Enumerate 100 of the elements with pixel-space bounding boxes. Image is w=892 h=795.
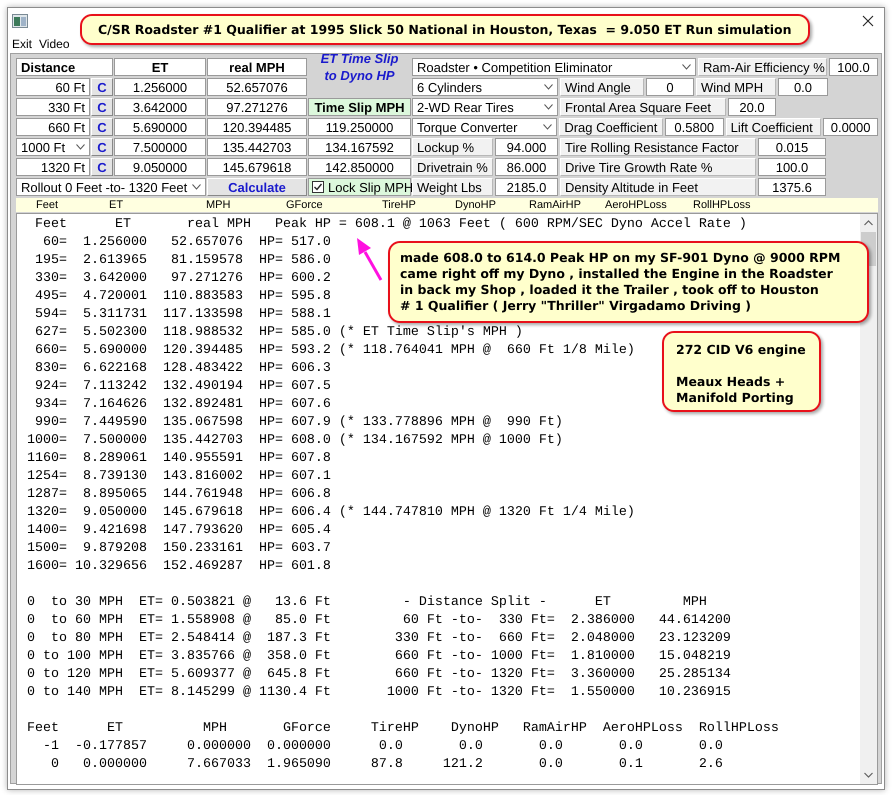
output-line: 990= 7.449590 135.067598 HP= 607.9 (* 133.778896 MPH @ 990 Ft) [34, 414, 563, 432]
output-line: 594= 5.311731 117.133598 HP= 588.1 [34, 306, 331, 324]
output-line: 1500= 9.879208 150.233161 HP= 603.7 [27, 540, 331, 558]
input-field[interactable]: 1.256000 [114, 78, 206, 96]
column-header: AeroHPLoss [605, 199, 668, 211]
field-label: Drivetrain % [412, 158, 493, 176]
input-field[interactable]: 94.000 [495, 138, 558, 156]
distance-label: 660 Ft [16, 118, 90, 136]
menu-item[interactable]: Video [35, 36, 72, 50]
rollout-dropdown[interactable]: Rollout 0 Feet -to- 1320 Feet [16, 178, 206, 196]
app-icon [12, 14, 28, 28]
input-field[interactable]: 52.657076 [207, 78, 307, 96]
close-icon[interactable] [862, 15, 874, 27]
column-header: TireHP [382, 199, 417, 211]
output-line: 0 to 60 MPH ET= 1.558908 @ 85.0 Ft 60 Ft -to- 330 Ft= 2.386000 44.614200 [27, 612, 731, 630]
input-field[interactable]: 86.000 [495, 158, 558, 176]
dropdown[interactable]: Torque Converter [412, 118, 558, 136]
input-field[interactable]: 0 [646, 78, 694, 96]
input-field[interactable]: 145.679618 [207, 158, 307, 176]
caret-icon [544, 104, 553, 110]
output-line: 60= 1.256000 52.657076 HP= 517.0 [42, 234, 331, 252]
output-line: 1287= 8.895065 144.761948 HP= 606.8 [27, 486, 331, 504]
input-field[interactable]: 134.167592 [308, 138, 411, 156]
output-line: 0 to 140 MPH ET= 8.145299 @ 1130.4 Ft 1000 Ft -to- 1320 Ft= 1.550000 10.236915 [27, 684, 731, 702]
input-field[interactable]: 9.050000 [114, 158, 206, 176]
field-label: Wind MPH [696, 78, 776, 96]
output-line: 0 0.000000 7.667033 1.965090 87.8 121.2 0.0 0.1 2.6 [50, 756, 723, 774]
input-field[interactable]: 142.850000 [308, 158, 411, 176]
column-header: ET [114, 58, 206, 76]
field-label: Lockup % [412, 138, 493, 156]
input-field[interactable]: 120.394485 [207, 118, 307, 136]
field-label: Drive Tire Growth Rate % [560, 158, 756, 176]
dropdown[interactable]: 6 Cylinders [412, 78, 558, 96]
input-field[interactable]: 1375.6 [758, 178, 826, 196]
output-line: 627= 5.502300 118.988532 HP= 585.0 (* ET Time Slip's MPH ) [34, 324, 523, 342]
field-label: Drag Coefficient [559, 118, 663, 136]
output-line: 1400= 9.421698 147.793620 HP= 605.4 [27, 522, 331, 540]
column-header: RamAirHP [529, 199, 582, 211]
input-field[interactable]: 100.0 [829, 58, 878, 76]
caret-icon [192, 184, 201, 190]
output-line: 1320= 9.050000 145.679618 HP= 606.4 (* 144.747810 MPH @ 1320 Ft 1/4 Mile) [27, 504, 635, 522]
input-field[interactable]: 5.690000 [114, 118, 206, 136]
c-button[interactable]: C [91, 158, 113, 176]
caret-icon [682, 64, 691, 70]
menu-item[interactable]: Exit [8, 36, 36, 50]
output-line: 934= 7.164626 132.892481 HP= 607.6 [34, 396, 331, 414]
field-label: Lift Coefficient [726, 118, 822, 136]
distance-label: 330 Ft [16, 98, 90, 116]
output-line: Feet ET MPH GForce TireHP DynoHP RamAirHP AeroHPLoss RollHPLoss [27, 720, 779, 738]
output-line: -1 -0.177857 0.000000 0.000000 0.0 0.0 0.0 0.0 0.0 [42, 738, 723, 756]
scrollbar[interactable] [860, 214, 877, 784]
input-field[interactable]: 7.500000 [114, 138, 206, 156]
output-line: 495= 4.720001 110.883583 HP= 595.8 [34, 288, 331, 306]
output-line: 1254= 8.739130 143.816002 HP= 607.1 [27, 468, 331, 486]
dropdown[interactable]: 2-WD Rear Tires [412, 98, 558, 116]
distance-dropdown[interactable]: 1000 Ft [16, 138, 90, 156]
output-line: 1000= 7.500000 135.442703 HP= 608.0 (* 134.167592 MPH @ 1000 Ft) [27, 432, 563, 450]
title-callout: C/SR Roadster #1 Qualifier at 1995 Slick 50 National in Houston, Texas = 9.050 ET Run simulation [80, 14, 810, 45]
output-line: 830= 6.622168 128.483422 HP= 606.3 [34, 360, 331, 378]
caret-icon [543, 124, 552, 130]
input-field[interactable]: 0.5800 [664, 118, 724, 136]
field-label: Density Altitude in Feet [560, 178, 756, 196]
output-line: 924= 7.113242 132.490194 HP= 607.5 [34, 378, 331, 396]
input-field[interactable]: 100.0 [758, 158, 826, 176]
calculate-button[interactable]: Calculate [207, 178, 307, 196]
dropdown[interactable]: Roadster • Competition Eliminator [412, 58, 696, 76]
c-button[interactable]: C [91, 98, 113, 116]
output-line: 0 to 80 MPH ET= 2.548414 @ 187.3 Ft 330 Ft -to- 660 Ft= 2.048000 23.123209 [27, 630, 731, 648]
input-field[interactable]: 2185.0 [495, 178, 558, 196]
input-field[interactable]: 119.250000 [308, 118, 411, 136]
output-line: 330= 3.642000 97.271276 HP= 600.2 [34, 270, 331, 288]
input-field[interactable]: 20.0 [728, 98, 776, 116]
note-callout: 272 CID V6 engine Meaux Heads + Manifold Porting [662, 331, 821, 412]
column-header: RollHPLoss [693, 199, 752, 211]
c-button[interactable]: C [91, 118, 113, 136]
section-title: ET Time Slip to Dyno HP [320, 50, 400, 85]
column-header: Feet [36, 199, 60, 211]
c-button[interactable]: C [91, 138, 113, 156]
column-header: MPH [206, 199, 232, 211]
output-line: 0 to 120 MPH ET= 5.609377 @ 645.8 Ft 660 Ft -to- 1320 Ft= 3.360000 25.285134 [27, 666, 731, 684]
column-header: GForce [286, 199, 324, 211]
distance-label: 1320 Ft [16, 158, 90, 176]
input-field[interactable]: 135.442703 [207, 138, 307, 156]
output-line: 1160= 8.289061 140.955591 HP= 607.8 [27, 450, 331, 468]
output-line: 1600= 10.329656 152.469287 HP= 601.8 [27, 558, 331, 576]
checkbox[interactable] [312, 181, 324, 193]
input-field[interactable]: 97.271276 [207, 98, 307, 116]
input-field[interactable]: 3.642000 [114, 98, 206, 116]
column-header: real MPH [207, 58, 307, 76]
output-line: 660= 5.690000 120.394485 HP= 593.2 (* 118.764041 MPH @ 660 Ft 1/8 Mile) [34, 342, 635, 360]
column-header: ET [109, 199, 124, 211]
field-label: Ram-Air Efficiency % [698, 58, 827, 76]
c-button[interactable]: C [91, 78, 113, 96]
input-field[interactable]: 0.015 [758, 138, 826, 156]
column-header: Distance [16, 58, 113, 76]
input-field[interactable]: 0.0 [778, 78, 828, 96]
input-field[interactable]: 0.0000 [823, 118, 878, 136]
column-header: DynoHP [455, 199, 497, 211]
output-line: 0 to 30 MPH ET= 0.503821 @ 13.6 Ft - Distance Split - ET MPH [27, 594, 707, 612]
field-label: Weight Lbs [412, 178, 493, 196]
